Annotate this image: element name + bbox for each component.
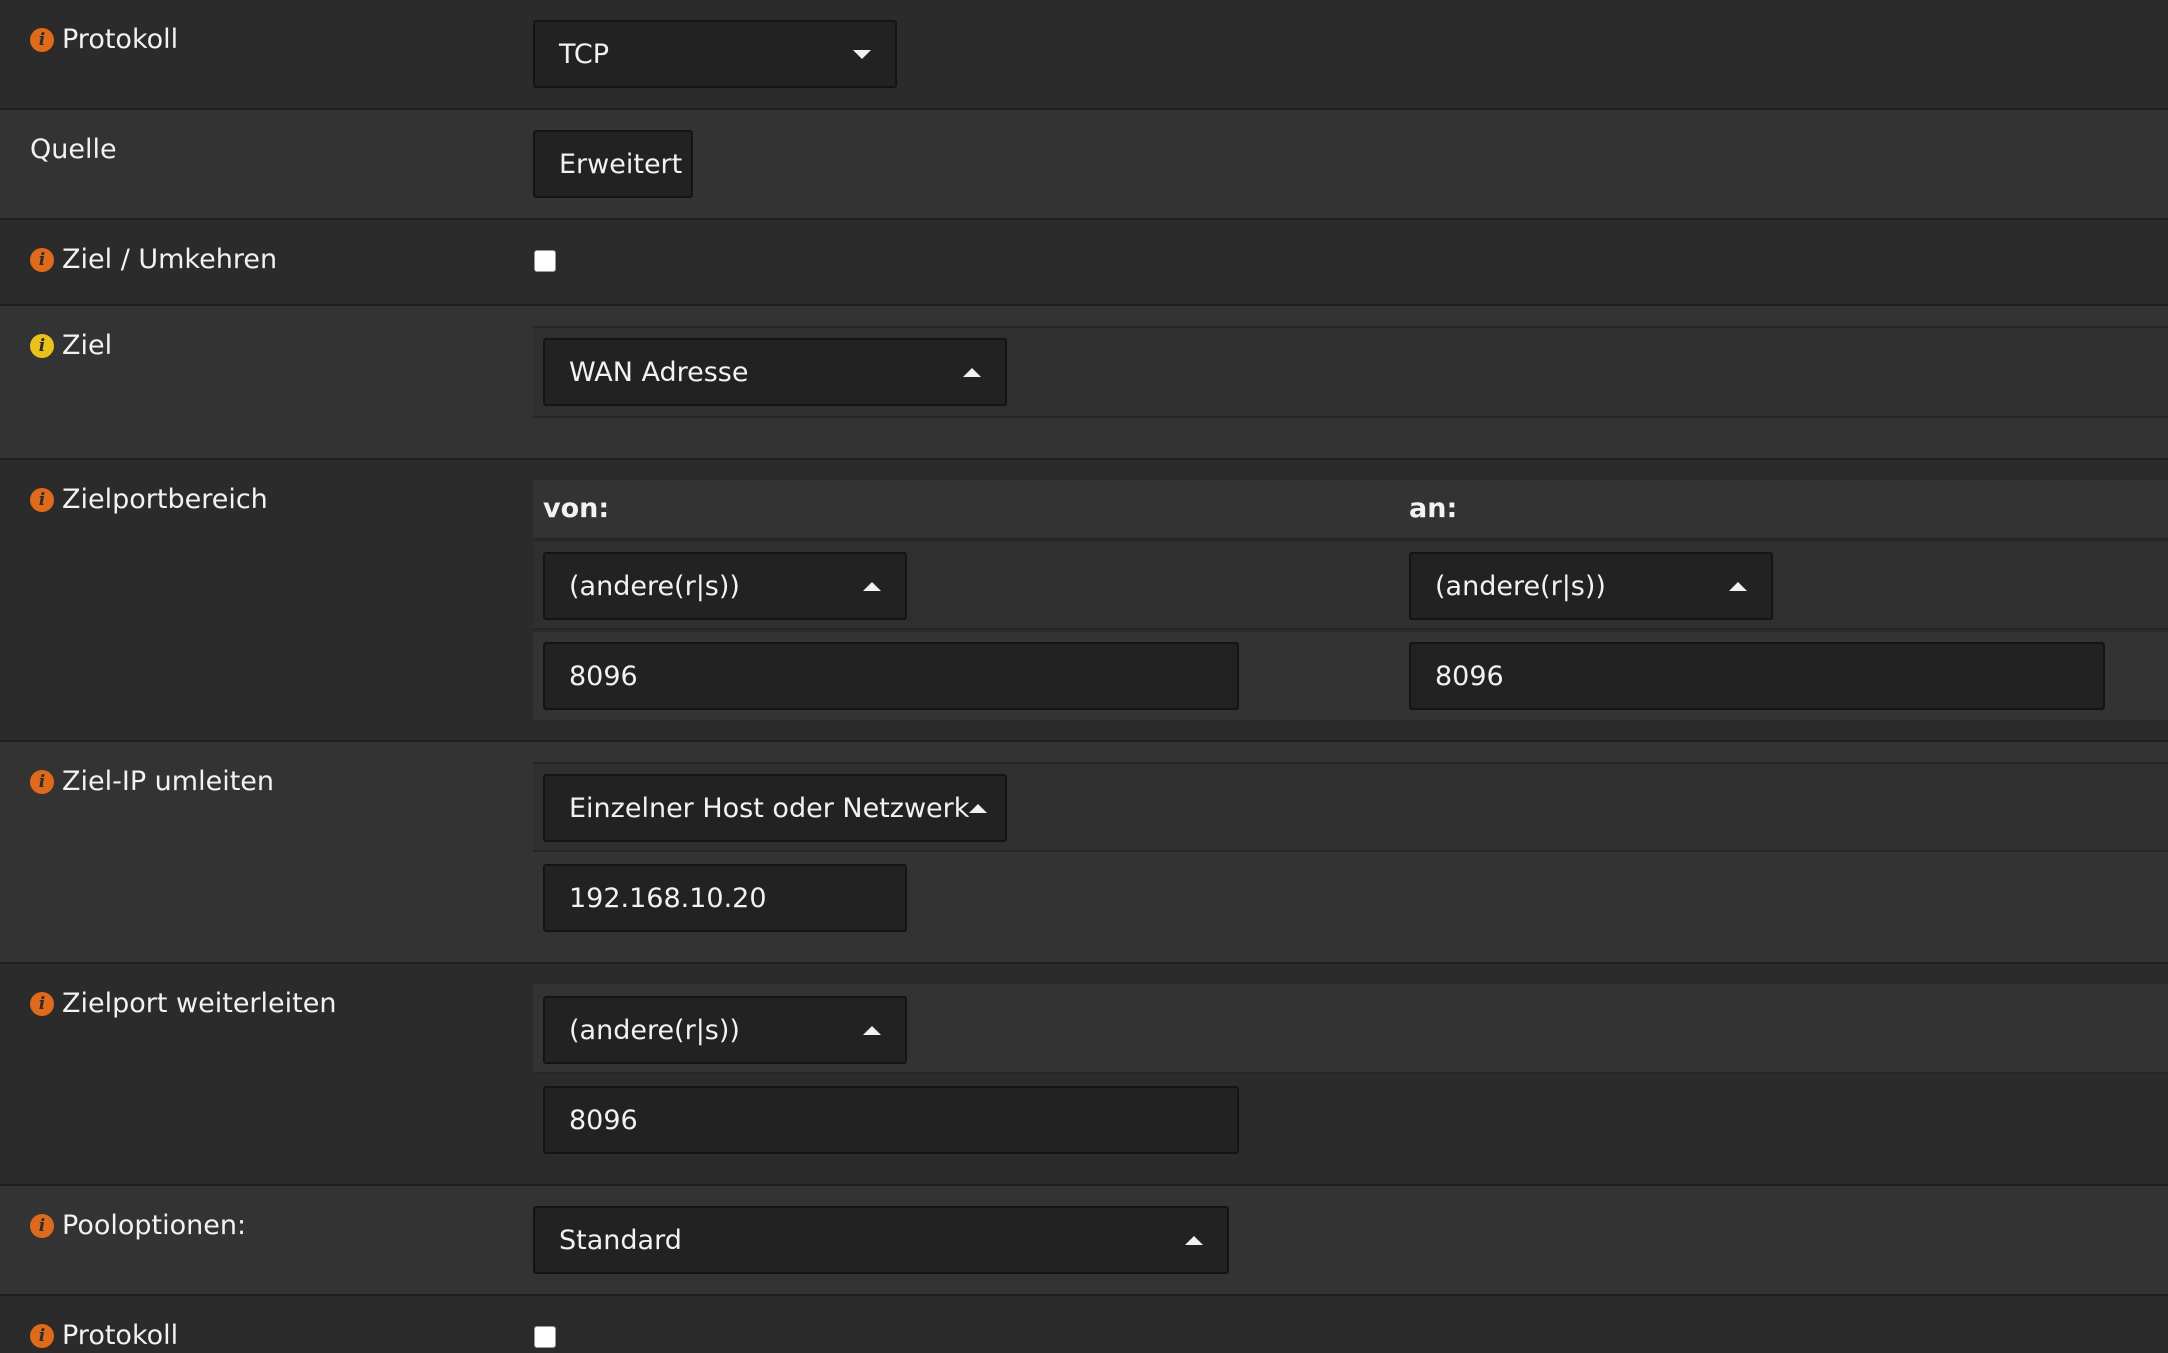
row-protokoll: i Protokoll TCP — [0, 0, 2168, 110]
row-ziel-umkehren: i Ziel / Umkehren — [0, 220, 2168, 306]
caret-down-icon — [853, 49, 871, 59]
zielportbereich-label: i Zielportbereich — [30, 484, 268, 515]
zielport-input[interactable]: 8096 — [543, 1086, 1239, 1154]
row-pooloptionen: i Pooloptionen: Standard — [0, 1186, 2168, 1296]
von-label: von: — [543, 493, 610, 524]
protokoll-label: i Protokoll — [30, 24, 178, 55]
info-icon[interactable]: i — [30, 247, 54, 272]
info-icon[interactable]: i — [30, 333, 54, 358]
an-label: an: — [1409, 493, 1458, 524]
protokoll-2-checkbox[interactable] — [534, 1326, 556, 1348]
ziel-select[interactable]: WAN Adresse — [543, 338, 1007, 406]
zielport-label: i Zielport weiterleiten — [30, 988, 336, 1019]
ziel-umkehren-checkbox[interactable] — [534, 250, 556, 272]
ziel-ip-label: i Ziel-IP umleiten — [30, 766, 274, 797]
row-protokoll-2: i Protokoll — [0, 1296, 2168, 1353]
ziel-label: i Ziel — [30, 330, 112, 361]
an-select[interactable]: (andere(r|s)) — [1409, 552, 1773, 620]
caret-up-icon — [969, 803, 988, 813]
row-zielportbereich: i Zielportbereich von: an: (andere(r|s))… — [0, 460, 2168, 742]
row-ziel: i Ziel WAN Adresse — [0, 306, 2168, 460]
ziel-ip-input[interactable]: 192.168.10.20 — [543, 864, 907, 932]
quelle-label: Quelle — [30, 134, 117, 165]
ziel-umkehren-label: i Ziel / Umkehren — [30, 244, 277, 275]
zielportbereich-header — [533, 480, 2168, 540]
caret-up-icon — [1729, 581, 1747, 591]
pooloptionen-select[interactable]: Standard — [533, 1206, 1229, 1274]
caret-up-icon — [963, 367, 981, 377]
pooloptionen-label: i Pooloptionen: — [30, 1210, 246, 1241]
info-icon[interactable]: i — [30, 1213, 54, 1238]
info-icon[interactable]: i — [30, 991, 54, 1016]
row-ziel-ip: i Ziel-IP umleiten Einzelner Host oder N… — [0, 742, 2168, 964]
info-icon[interactable]: i — [30, 1323, 54, 1348]
info-icon[interactable]: i — [30, 769, 54, 794]
ziel-ip-select[interactable]: Einzelner Host oder Netzwerk — [543, 774, 1007, 842]
von-select[interactable]: (andere(r|s)) — [543, 552, 907, 620]
row-zielport: i Zielport weiterleiten (andere(r|s)) 80… — [0, 964, 2168, 1186]
caret-up-icon — [863, 581, 881, 591]
von-port-input[interactable]: 8096 — [543, 642, 1239, 710]
row-quelle: Quelle Erweitert — [0, 110, 2168, 220]
caret-up-icon — [1185, 1235, 1203, 1245]
info-icon[interactable]: i — [30, 487, 54, 512]
erweitert-button[interactable]: Erweitert — [533, 130, 693, 198]
an-port-input[interactable]: 8096 — [1409, 642, 2105, 710]
caret-up-icon — [863, 1025, 881, 1035]
protokoll-select[interactable]: TCP — [533, 20, 897, 88]
zielport-select[interactable]: (andere(r|s)) — [543, 996, 907, 1064]
protokoll-2-label: i Protokoll — [30, 1320, 178, 1351]
info-icon[interactable]: i — [30, 27, 54, 52]
